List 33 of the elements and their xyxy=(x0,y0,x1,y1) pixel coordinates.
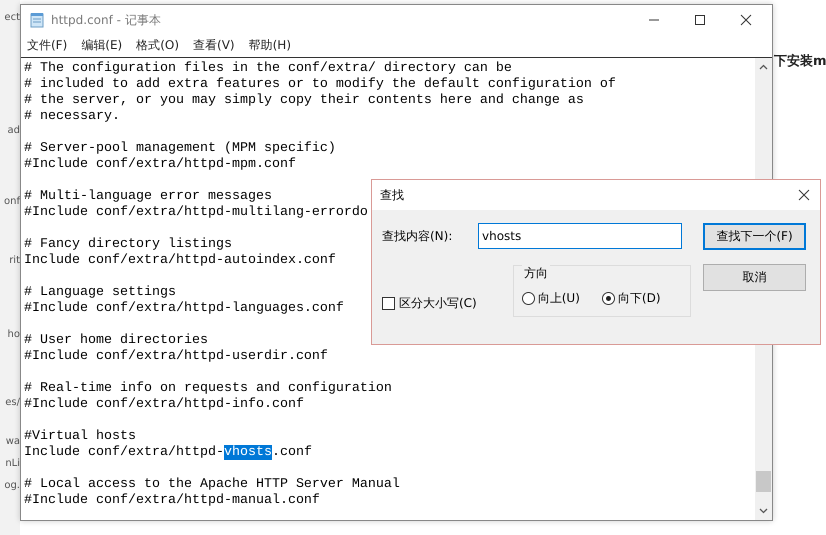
code-line: Include conf/extra/httpd-vhosts.conf xyxy=(24,445,312,461)
code-line: # Real-time info on requests and configuration xyxy=(24,381,392,397)
page-text: ho xyxy=(8,328,20,342)
code-line: # User home directories xyxy=(24,333,208,349)
code-line: # Fancy directory listings xyxy=(24,237,232,253)
code-line: # Local access to the Apache HTTP Server Manual xyxy=(24,477,400,493)
page-text: rit xyxy=(9,254,20,268)
code-line: # Language settings xyxy=(24,285,176,301)
page-text: ect xyxy=(4,11,20,25)
code-line: #Include conf/extra/httpd-userdir.conf xyxy=(24,349,328,365)
page-text: 下安装m xyxy=(774,54,826,69)
code-line: # Multi-language error messages xyxy=(24,189,272,205)
window-title: httpd.conf - 记事本 xyxy=(51,12,161,28)
code-line: #Include conf/extra/httpd-manual.conf xyxy=(24,493,320,509)
page-text: ad xyxy=(8,124,20,138)
code-line: Include conf/extra/httpd-autoindex.conf xyxy=(24,253,336,269)
code-line: #Include conf/extra/httpd-multilang-errordo xyxy=(24,205,368,221)
code-line: # included to add extra features or to modify the default configuration of xyxy=(24,77,616,93)
code-line: #Include conf/extra/httpd-info.conf xyxy=(24,397,304,413)
page-text: es/ xyxy=(5,396,20,410)
code-line: # the server, or you may simply copy their contents here and change as xyxy=(24,93,584,109)
page-text: og. xyxy=(4,479,20,493)
code-line: #Include conf/extra/httpd-mpm.conf xyxy=(24,157,296,173)
code-line: #Include conf/extra/httpd-languages.conf xyxy=(24,301,344,317)
code-line: # necessary. xyxy=(24,109,120,125)
page-text: wa xyxy=(6,435,20,449)
page-text: nLi xyxy=(5,457,20,471)
page-text: onf xyxy=(4,195,20,209)
field-label: 查找内容(N): xyxy=(382,228,454,244)
code-line: # Server-pool management (MPM specific) xyxy=(24,141,336,157)
code-line: # The configuration files in the conf/extra/ directory can be xyxy=(24,61,512,77)
code-line: #Virtual hosts xyxy=(24,429,136,445)
dialog-title: 查找 xyxy=(380,186,404,204)
